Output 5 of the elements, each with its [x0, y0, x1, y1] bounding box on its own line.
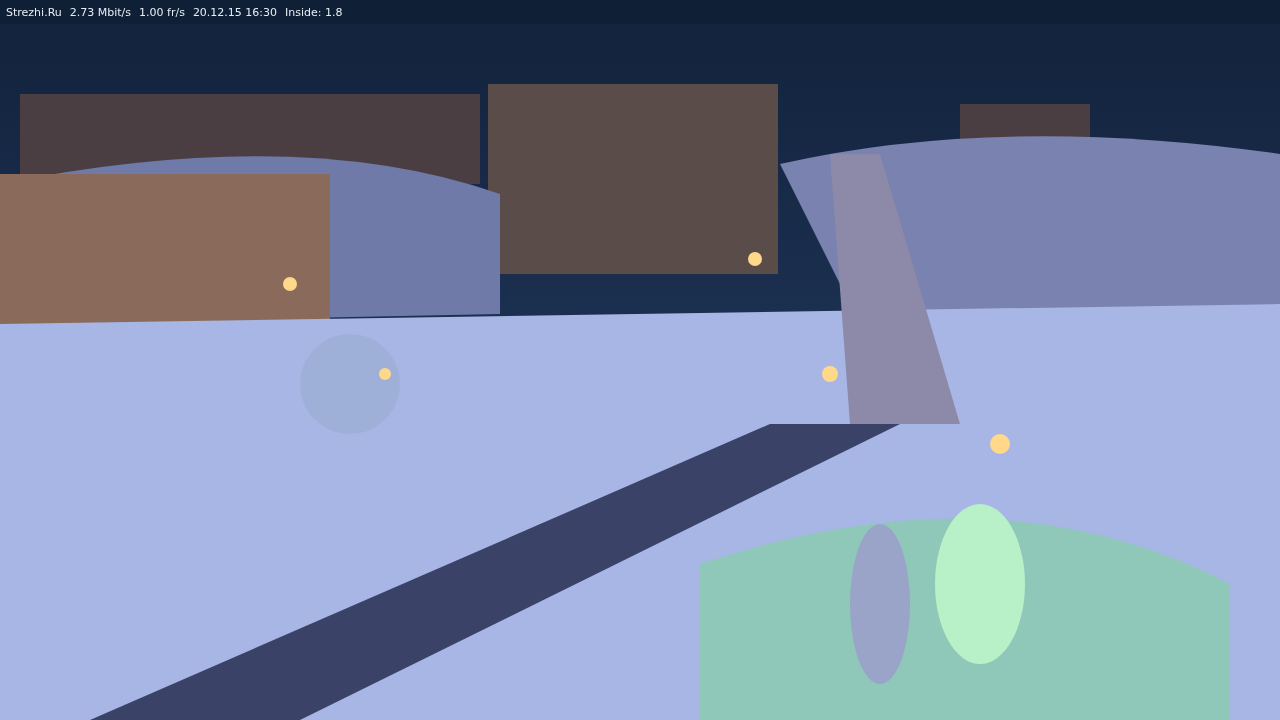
status-text: Inside: 1.8 [285, 5, 343, 19]
status-text: Strezhi.Ru [6, 5, 62, 19]
status-text: 20.12.15 16:30 [192, 5, 278, 19]
status-text: 1.00 fr/s [139, 5, 185, 19]
status-text: 2.73 Mbit/s [69, 5, 132, 19]
